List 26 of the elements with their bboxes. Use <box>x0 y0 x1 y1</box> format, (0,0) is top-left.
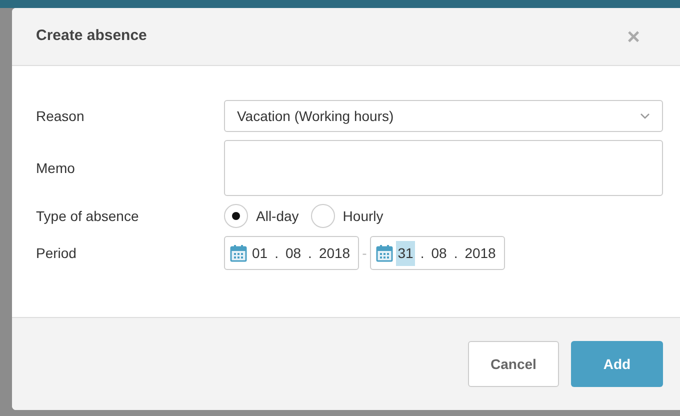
radio-option[interactable]: All-day <box>224 204 299 228</box>
date-part: . <box>419 244 426 262</box>
calendar-icon[interactable] <box>376 244 393 262</box>
date-part: 08 <box>430 244 448 262</box>
date-field[interactable]: 31 . 08 . 2018 <box>370 236 505 270</box>
field-label: Memo <box>36 158 76 178</box>
field-label: Type of absence <box>36 206 140 226</box>
date-part: 08 <box>284 244 302 262</box>
date-part: 2018 <box>318 244 352 262</box>
date-part: 31 <box>396 240 416 266</box>
date-part: . <box>307 244 313 262</box>
cancel-button[interactable]: Cancel <box>468 341 559 387</box>
date-part: . <box>452 244 459 262</box>
calendar-icon[interactable] <box>230 244 247 262</box>
chevron-down-icon <box>640 113 650 119</box>
date-field[interactable]: 01 . 08 . 2018 <box>224 236 360 270</box>
memo-field[interactable] <box>224 140 663 196</box>
date-part: 2018 <box>464 244 497 262</box>
date-part: . <box>274 244 280 262</box>
dialog-title: Create absence <box>36 26 147 46</box>
field-label: Reason <box>36 106 86 126</box>
reason-select[interactable]: Vacation (Working hours) <box>224 100 663 132</box>
date-separator: - <box>362 244 367 262</box>
field-label: Period <box>36 244 78 262</box>
radio-option[interactable]: Hourly <box>310 204 384 228</box>
date-part: 01 <box>251 244 269 262</box>
